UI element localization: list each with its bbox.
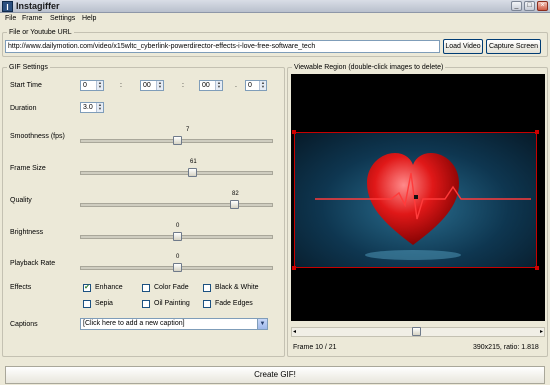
fade-edges-label: Fade Edges	[215, 300, 253, 307]
captions-dropdown-value: [Click here to add a new caption]	[83, 320, 185, 327]
brightness-slider-thumb[interactable]	[172, 232, 182, 241]
sepia-label: Sepia	[95, 300, 113, 307]
color-fade-checkbox[interactable]	[142, 284, 150, 292]
duration-label: Duration	[10, 105, 37, 112]
quality-label: Quality	[10, 197, 32, 204]
duration-value: 3.0	[83, 104, 93, 111]
time-separator: :	[120, 82, 122, 89]
start-ms-spinner[interactable]: 0 ▲ ▼	[245, 80, 267, 91]
black-white-checkbox[interactable]	[203, 284, 211, 292]
menu-settings[interactable]: Settings	[50, 13, 75, 24]
brightness-value: 0	[176, 223, 180, 229]
start-minutes-spinner[interactable]: 00 ▲ ▼	[140, 80, 164, 91]
spinner-arrows[interactable]: ▲ ▼	[96, 81, 103, 90]
frame-size-info: 390x215, ratio: 1.818	[473, 344, 539, 351]
heart-image	[315, 153, 531, 260]
oil-painting-checkbox[interactable]	[142, 300, 150, 308]
menu-file[interactable]: File	[5, 13, 16, 24]
frame-size-value: 61	[190, 159, 197, 165]
minimize-button[interactable]: _	[511, 1, 522, 11]
create-gif-button[interactable]: Create GIF!	[5, 366, 545, 384]
captions-dropdown[interactable]: [Click here to add a new caption] ▼	[80, 318, 268, 330]
start-seconds-spinner[interactable]: 00 ▲ ▼	[199, 80, 223, 91]
quality-slider[interactable]	[80, 203, 273, 207]
fade-edges-checkbox[interactable]	[203, 300, 211, 308]
spinner-arrows[interactable]: ▲ ▼	[259, 81, 266, 90]
start-hours-value: 0	[83, 82, 87, 89]
url-input[interactable]: http://www.dailymotion.com/video/x15wltc…	[5, 40, 440, 53]
black-white-label: Black & White	[215, 284, 259, 291]
start-minutes-value: 00	[143, 82, 151, 89]
color-fade-label: Color Fade	[154, 284, 189, 291]
crop-handle-top-left[interactable]	[292, 130, 296, 134]
spinner-arrows[interactable]: ▲ ▼	[156, 81, 163, 90]
close-button[interactable]: ×	[537, 1, 548, 11]
crop-handle-bottom-left[interactable]	[292, 266, 296, 270]
start-hours-spinner[interactable]: 0 ▲ ▼	[80, 80, 104, 91]
chevron-right-icon[interactable]: ▸	[540, 328, 543, 336]
duration-spinner[interactable]: 3.0 ▲ ▼	[80, 102, 104, 113]
menu-help[interactable]: Help	[82, 13, 96, 24]
start-ms-value: 0	[248, 82, 252, 89]
frame-size-slider-thumb[interactable]	[187, 168, 197, 177]
quality-slider-thumb[interactable]	[230, 200, 240, 209]
gif-settings-label: GIF Settings	[7, 63, 50, 72]
spinner-arrows[interactable]: ▲ ▼	[96, 103, 103, 112]
close-icon: ×	[540, 2, 545, 9]
sepia-checkbox[interactable]	[83, 300, 91, 308]
smoothness-slider-thumb[interactable]	[172, 136, 182, 145]
playback-rate-label: Playback Rate	[10, 260, 56, 267]
chevron-down-icon: ▼	[98, 106, 102, 111]
time-separator: .	[235, 82, 237, 89]
viewer-group-label: Viewable Region (double-click images to …	[292, 63, 446, 72]
window-title: Instagiffer	[16, 1, 60, 11]
chevron-down-icon: ▼	[98, 84, 102, 89]
frame-scrollbar-thumb[interactable]	[412, 327, 422, 336]
frame-scrollbar[interactable]: ◂ ▸	[291, 327, 545, 337]
chevron-left-icon[interactable]: ◂	[293, 328, 296, 336]
oil-painting-label: Oil Painting	[154, 300, 190, 307]
maximize-icon: □	[527, 2, 532, 9]
frame-image[interactable]	[294, 132, 537, 268]
crop-handle-bottom-right[interactable]	[535, 266, 539, 270]
load-video-button[interactable]: Load Video	[443, 39, 483, 54]
capture-screen-button[interactable]: Capture Screen	[486, 39, 541, 54]
maximize-button[interactable]: □	[524, 1, 535, 11]
chevron-down-icon[interactable]: ▼	[257, 319, 267, 329]
quality-value: 82	[232, 191, 239, 197]
captions-label: Captions	[10, 321, 38, 328]
frame-size-slider[interactable]	[80, 171, 273, 175]
playback-rate-value: 0	[176, 254, 180, 260]
title-bar: I Instagiffer _ □ ×	[0, 0, 550, 13]
source-group-label: File or Youtube URL	[7, 28, 74, 37]
start-seconds-value: 00	[202, 82, 210, 89]
menu-frame[interactable]: Frame	[22, 13, 42, 24]
frame-counter: Frame 10 / 21	[293, 344, 337, 351]
spinner-arrows[interactable]: ▲ ▼	[215, 81, 222, 90]
gif-settings-group: GIF Settings	[2, 63, 285, 357]
smoothness-value: 7	[186, 127, 190, 133]
chevron-down-icon: ▼	[158, 84, 162, 89]
start-time-label: Start Time	[10, 82, 42, 89]
enhance-checkbox[interactable]: ✔	[83, 284, 91, 292]
smoothness-label: Smoothness (fps)	[10, 133, 65, 140]
crop-handle-top-right[interactable]	[535, 130, 539, 134]
chevron-down-icon: ▼	[261, 84, 265, 89]
minimize-icon: _	[514, 2, 519, 9]
enhance-label: Enhance	[95, 284, 123, 291]
time-separator: :	[182, 82, 184, 89]
app-icon: I	[2, 1, 13, 12]
brightness-label: Brightness	[10, 229, 44, 236]
chevron-down-icon: ▼	[217, 84, 221, 89]
menu-bar: File Frame Settings Help	[0, 13, 550, 24]
effects-label: Effects	[10, 284, 32, 291]
frame-size-label: Frame Size	[10, 165, 46, 172]
playback-rate-slider-thumb[interactable]	[172, 263, 182, 272]
